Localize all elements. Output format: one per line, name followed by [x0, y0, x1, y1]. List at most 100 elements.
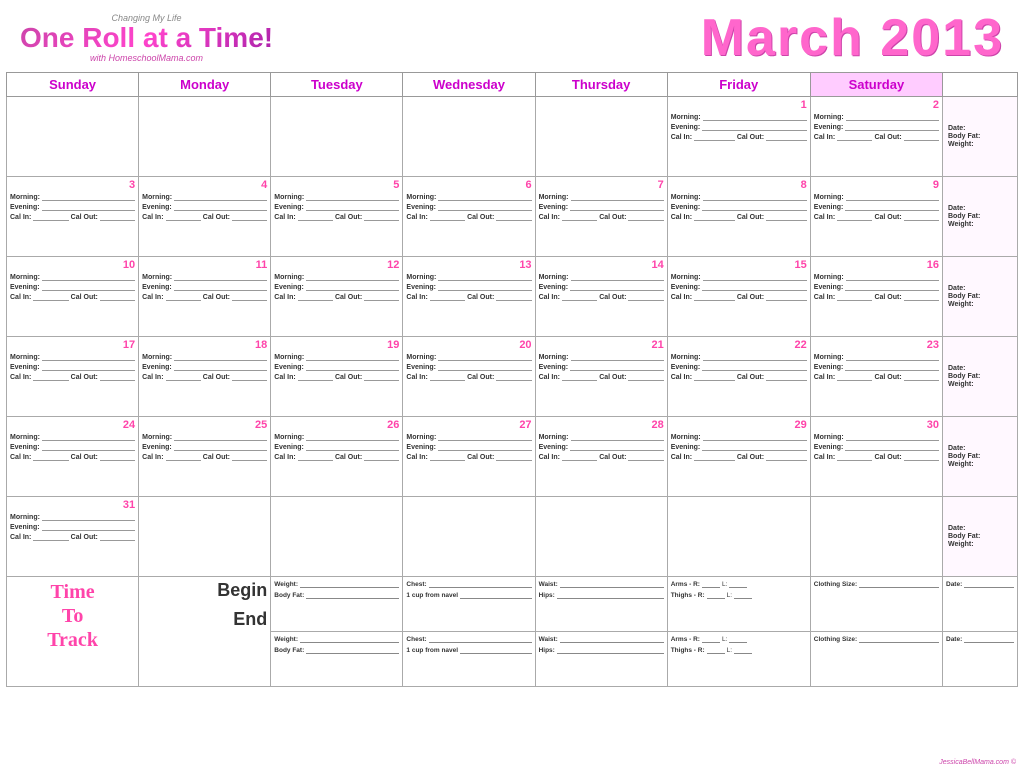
header: Changing My Life One Roll at a Time! wit…	[0, 0, 1024, 72]
week3-sidebar: Date: Body Fat: Weight:	[943, 257, 1018, 337]
measure-clothing-cell-2: Clothing Size:	[810, 632, 942, 687]
week2-row: 3 Morning: Evening: Cal In:Cal Out: 4 Mo…	[7, 177, 1018, 257]
week4-sidebar: Date: Body Fat: Weight:	[943, 337, 1018, 417]
time-track-cell: TimeToTrack	[7, 577, 139, 687]
week3-tue: 12 Morning: Evening: Cal In:Cal Out:	[271, 257, 403, 337]
header-thursday: Thursday	[535, 73, 667, 97]
week5-sidebar: Date: Body Fat: Weight:	[943, 417, 1018, 497]
end-label: End	[142, 609, 267, 630]
week4-tue: 19 Morning: Evening: Cal In:Cal Out:	[271, 337, 403, 417]
evening-label: Evening:	[671, 124, 701, 131]
week2-sat: 9 Morning: Evening: Cal In:Cal Out:	[810, 177, 942, 257]
week5-thu: 28 Morning: Evening: Cal In:Cal Out:	[535, 417, 667, 497]
header-sunday: Sunday	[7, 73, 139, 97]
header-saturday: Saturday	[810, 73, 942, 97]
week2-tue: 5 Morning: Evening: Cal In:Cal Out:	[271, 177, 403, 257]
week2-fri: 8 Morning: Evening: Cal In:Cal Out:	[667, 177, 810, 257]
week3-sat: 16 Morning: Evening: Cal In:Cal Out:	[810, 257, 942, 337]
footer-credit-text: JessicaBellMama.com ©	[939, 759, 1016, 766]
week1-row: 1 Morning: Evening: Cal In:	[7, 97, 1018, 177]
day-1-calories: Cal In: Cal Out:	[671, 133, 807, 141]
week5-wed: 27 Morning: Evening: Cal In:Cal Out:	[403, 417, 535, 497]
week6-thu	[535, 497, 667, 577]
logo-title: One Roll at a Time!	[20, 23, 273, 54]
week1-sidebar: Date: Body Fat: Weight:	[943, 97, 1018, 177]
page: Changing My Life One Roll at a Time! wit…	[0, 0, 1024, 768]
week2-mon: 4 Morning: Evening: Cal In:Cal Out:	[139, 177, 271, 257]
week2-wed: 6 Morning: Evening: Cal In:Cal Out:	[403, 177, 535, 257]
week2-sidebar: Date: Body Fat: Weight:	[943, 177, 1018, 257]
measure-chest-cell-2: Chest: 1 cup from navel	[403, 632, 535, 687]
week5-tue: 26 Morning: Evening: Cal In:Cal Out:	[271, 417, 403, 497]
measure-clothing-cell-1: Clothing Size:	[810, 577, 942, 632]
header-tuesday: Tuesday	[271, 73, 403, 97]
week4-thu: 21 Morning: Evening: Cal In:Cal Out:	[535, 337, 667, 417]
week6-row: 31 Morning: Evening: Cal In:Cal Out:	[7, 497, 1018, 577]
week2-sun: 3 Morning: Evening: Cal In:Cal Out:	[7, 177, 139, 257]
week2-thu: 7 Morning: Evening: Cal In:Cal Out:	[535, 177, 667, 257]
header-left: Changing My Life One Roll at a Time! wit…	[20, 13, 273, 64]
time-track-label: TimeToTrack	[10, 580, 135, 652]
day-2-number: 2	[933, 99, 939, 111]
week6-wed	[403, 497, 535, 577]
footer-credit: JessicaBellMama.com ©	[0, 758, 1024, 768]
week1-sat: 2 Morning: Evening: Cal In:	[810, 97, 942, 177]
begin-label: Begin	[142, 580, 267, 601]
week4-row: 17 Morning: Evening: Cal In:Cal Out: 18 …	[7, 337, 1018, 417]
day-3-number: 3	[129, 179, 135, 191]
week3-fri: 15 Morning: Evening: Cal In:Cal Out:	[667, 257, 810, 337]
week6-fri	[667, 497, 810, 577]
week3-wed: 13 Morning: Evening: Cal In:Cal Out:	[403, 257, 535, 337]
header-monday: Monday	[139, 73, 271, 97]
week6-tue	[271, 497, 403, 577]
week5-mon: 25 Morning: Evening: Cal In:Cal Out:	[139, 417, 271, 497]
header-sidebar	[943, 73, 1018, 97]
month-title: March 2013	[701, 8, 1004, 68]
week4-fri: 22 Morning: Evening: Cal In:Cal Out:	[667, 337, 810, 417]
week5-sat: 30 Morning: Evening: Cal In:Cal Out:	[810, 417, 942, 497]
week1-fri: 1 Morning: Evening: Cal In:	[667, 97, 810, 177]
measure-weight-cell-2: Weight: Body Fat:	[271, 632, 403, 687]
begin-end-cell: Begin End	[139, 577, 271, 687]
week4-mon: 18 Morning: Evening: Cal In:Cal Out:	[139, 337, 271, 417]
evening-line	[702, 123, 807, 131]
header-wednesday: Wednesday	[403, 73, 535, 97]
week6-sun: 31 Morning: Evening: Cal In:Cal Out:	[7, 497, 139, 577]
week4-wed: 20 Morning: Evening: Cal In:Cal Out:	[403, 337, 535, 417]
week4-sat: 23 Morning: Evening: Cal In:Cal Out:	[810, 337, 942, 417]
week1-wed	[403, 97, 535, 177]
week1-thu	[535, 97, 667, 177]
morning-label: Morning:	[671, 114, 701, 121]
header-friday: Friday	[667, 73, 810, 97]
week4-sun: 17 Morning: Evening: Cal In:Cal Out:	[7, 337, 139, 417]
measure-arms-cell-1: Arms - R: L: Thighs - R: L:	[667, 577, 810, 632]
calendar-header-row: Sunday Monday Tuesday Wednesday Thursday…	[7, 73, 1018, 97]
measure-waist-cell-2: Waist: Hips:	[535, 632, 667, 687]
week1-sun	[7, 97, 139, 177]
calendar-wrapper: Sunday Monday Tuesday Wednesday Thursday…	[0, 72, 1024, 758]
measure-weight-cell-1: Weight: Body Fat:	[271, 577, 403, 632]
week5-sun: 24 Morning: Evening: Cal In:Cal Out:	[7, 417, 139, 497]
week3-row: 10 Morning: Evening: Cal In:Cal Out: 11 …	[7, 257, 1018, 337]
week6-sat	[810, 497, 942, 577]
week3-mon: 11 Morning: Evening: Cal In:Cal Out:	[139, 257, 271, 337]
measure-date-cell-2: Date:	[943, 632, 1018, 687]
measure-arms-cell-2: Arms - R: L: Thighs - R: L:	[667, 632, 810, 687]
measure-date-cell-1: Date:	[943, 577, 1018, 632]
calendar-table: Sunday Monday Tuesday Wednesday Thursday…	[6, 72, 1018, 687]
day-1-evening: Evening:	[671, 123, 807, 131]
week5-fri: 29 Morning: Evening: Cal In:Cal Out:	[667, 417, 810, 497]
sidebar-week1: Date: Body Fat: Weight:	[946, 123, 1014, 151]
week5-row: 24 Morning: Evening: Cal In:Cal Out: 25 …	[7, 417, 1018, 497]
week1-mon	[139, 97, 271, 177]
week6-mon	[139, 497, 271, 577]
bottom-row-1: TimeToTrack Begin End Weight: Body Fat:	[7, 577, 1018, 632]
week3-thu: 14 Morning: Evening: Cal In:Cal Out:	[535, 257, 667, 337]
measure-chest-cell-1: Chest: 1 cup from navel	[403, 577, 535, 632]
week1-tue	[271, 97, 403, 177]
week3-sun: 10 Morning: Evening: Cal In:Cal Out:	[7, 257, 139, 337]
logo-sub: with HomeschoolMama.com	[90, 53, 203, 63]
day-1-morning: Morning:	[671, 113, 807, 121]
week6-sidebar: Date: Body Fat: Weight:	[943, 497, 1018, 577]
measure-waist-cell-1: Waist: Hips:	[535, 577, 667, 632]
